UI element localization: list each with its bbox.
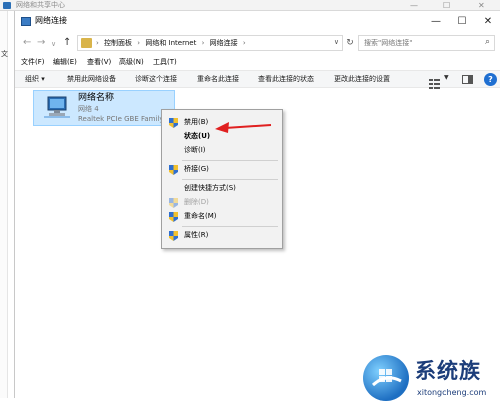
network-connection-item[interactable]: 网络名称 网络 4 Realtek PCIe GBE Family Contro… <box>33 90 176 126</box>
shield-icon <box>169 212 178 222</box>
background-window-edge: 文 <box>0 11 8 398</box>
shield-icon <box>169 165 178 175</box>
connection-network: 网络 4 <box>78 105 99 113</box>
breadcrumb-network-internet[interactable]: 网络和 Internet <box>145 39 196 47</box>
menu-item-label: 重命名(M) <box>184 212 217 220</box>
view-status-button[interactable]: 查看此连接的状态 <box>258 74 314 85</box>
menu-item-label: 诊断(I) <box>184 146 206 154</box>
watermark-site: xitongcheng.com <box>417 388 487 397</box>
rename-button[interactable]: 重命名此连接 <box>197 74 239 85</box>
address-row: ← → ∨ ↑ › 控制面板 › 网络和 Internet › 网络连接 › ∨… <box>15 33 500 53</box>
network-center-icon <box>3 2 11 9</box>
breadcrumb-separator: › <box>137 39 141 47</box>
menu-item-label: 属性(R) <box>184 231 209 239</box>
view-dropdown-icon[interactable]: ▼ <box>444 74 449 81</box>
shield-icon <box>169 231 178 241</box>
change-settings-button[interactable]: 更改此连接的设置 <box>334 74 390 85</box>
search-icon[interactable]: ⌕ <box>485 37 490 47</box>
breadcrumb-separator: › <box>96 39 99 47</box>
menu-separator <box>182 160 278 161</box>
window-title: 网络连接 <box>35 16 67 25</box>
address-bar[interactable]: › 控制面板 › 网络和 Internet › 网络连接 › ∨ <box>77 35 343 51</box>
menu-item-diagnose[interactable]: 诊断(I) <box>164 144 280 157</box>
back-arrow-icon[interactable]: ← <box>23 36 31 50</box>
search-input[interactable]: 搜索"网络连接" ⌕ <box>358 35 495 51</box>
background-window-titlebar: 网络和共享中心 — ☐ ✕ <box>0 0 500 11</box>
connection-name: 网络名称 <box>78 93 115 103</box>
view-options-icon[interactable] <box>429 74 440 89</box>
network-connections-window: 网络连接 — ☐ ✕ ← → ∨ ↑ › 控制面板 › 网络和 Internet… <box>14 11 500 401</box>
close-button[interactable]: ✕ <box>475 13 500 31</box>
breadcrumb-separator: › <box>242 39 246 47</box>
breadcrumb-network-connections[interactable]: 网络连接 <box>210 39 238 47</box>
disable-device-button[interactable]: 禁用此网络设备 <box>67 74 116 85</box>
red-arrow-annotation <box>215 122 272 133</box>
command-bar: 组织 ▾ 禁用此网络设备 诊断这个连接 重命名此连接 查看此连接的状态 更改此连… <box>15 70 500 89</box>
menu-bar: 文件(F) 编辑(E) 查看(V) 高级(N) 工具(T) <box>15 55 500 69</box>
menu-separator <box>182 226 278 227</box>
recent-dropdown-icon[interactable]: ∨ <box>51 37 56 51</box>
background-window-edge-text: 文 <box>1 50 8 58</box>
titlebar: 网络连接 — ☐ ✕ <box>15 11 500 33</box>
menu-item-label: 禁用(B) <box>184 118 209 126</box>
breadcrumb-separator: › <box>201 39 205 47</box>
menu-item-label: 删除(D) <box>184 198 209 206</box>
diagnose-button[interactable]: 诊断这个连接 <box>135 74 177 85</box>
refresh-icon[interactable]: ↻ <box>344 35 356 51</box>
menu-item-properties[interactable]: 属性(R) <box>164 229 280 242</box>
background-minimize-button[interactable]: — <box>410 0 418 11</box>
background-close-button[interactable]: ✕ <box>478 0 485 11</box>
organize-button[interactable]: 组织 ▾ <box>25 74 45 85</box>
background-maximize-button[interactable]: ☐ <box>443 0 450 11</box>
menu-item-label: 桥接(G) <box>184 165 209 173</box>
menu-separator <box>182 179 278 180</box>
menu-item-rename[interactable]: 重命名(M) <box>164 210 280 223</box>
menu-item-delete: 删除(D) <box>164 196 280 209</box>
up-arrow-icon[interactable]: ↑ <box>63 36 71 50</box>
background-window-title: 网络和共享中心 <box>16 1 65 9</box>
control-panel-icon <box>81 38 92 48</box>
breadcrumb: › 控制面板 › 网络和 Internet › 网络连接 › <box>96 37 249 49</box>
menu-file[interactable]: 文件(F) <box>21 56 45 68</box>
shield-icon <box>169 118 178 128</box>
breadcrumb-control-panel[interactable]: 控制面板 <box>104 39 132 47</box>
maximize-button[interactable]: ☐ <box>449 13 475 31</box>
watermark-logo: 系统族 xitongcheng.com <box>357 351 500 409</box>
network-adapter-icon <box>44 96 70 118</box>
minimize-button[interactable]: — <box>423 13 449 31</box>
address-dropdown-icon[interactable]: ∨ <box>334 38 339 46</box>
menu-view[interactable]: 查看(V) <box>87 56 111 68</box>
forward-arrow-icon[interactable]: → <box>37 36 45 50</box>
help-icon[interactable]: ? <box>484 73 497 86</box>
shield-icon <box>169 198 178 208</box>
watermark-brand: 系统族 <box>415 359 481 383</box>
menu-item-create-shortcut[interactable]: 创建快捷方式(S) <box>164 182 280 195</box>
menu-tools[interactable]: 工具(T) <box>153 56 177 68</box>
menu-edit[interactable]: 编辑(E) <box>53 56 77 68</box>
menu-item-bridge[interactable]: 桥接(G) <box>164 163 280 176</box>
globe-logo-icon <box>363 355 409 401</box>
preview-pane-icon[interactable] <box>462 75 473 84</box>
menu-item-label: 创建快捷方式(S) <box>184 184 236 192</box>
menu-item-label: 状态(U) <box>184 132 211 140</box>
search-placeholder: 搜索"网络连接" <box>364 39 413 47</box>
menu-advanced[interactable]: 高级(N) <box>119 56 144 68</box>
network-connections-icon <box>21 17 31 26</box>
